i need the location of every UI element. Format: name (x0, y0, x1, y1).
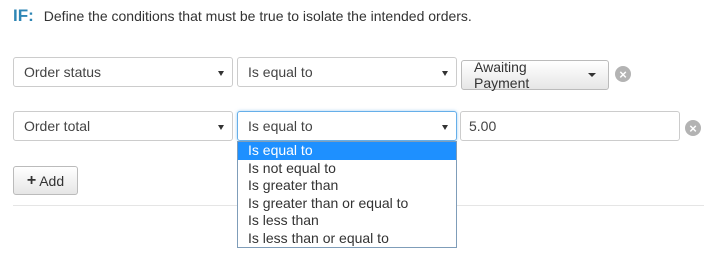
row2-value-input[interactable]: 5.00 (460, 111, 680, 141)
conditions-header: IF: Define the conditions that must be t… (13, 6, 472, 32)
row2-field-select[interactable]: Order total (13, 111, 233, 141)
row2-field-value: Order total (24, 118, 91, 134)
row1-field-value: Order status (24, 64, 102, 80)
caret-down-icon (218, 71, 224, 76)
operator-option-greater-or-equal[interactable]: Is greater than or equal to (238, 195, 456, 213)
add-button-label: Add (39, 172, 65, 189)
plus-icon: + (26, 171, 37, 189)
row1-value-dropdown-button[interactable]: Awaiting Payment (461, 59, 609, 91)
caret-down-icon (442, 125, 448, 130)
remove-circle-icon[interactable]: × (685, 120, 701, 136)
operator-option-less-or-equal[interactable]: Is less than or equal to (238, 230, 456, 248)
row1-operator-value: Is equal to (248, 64, 313, 80)
operator-dropdown-list[interactable]: Is equal to Is not equal to Is greater t… (237, 141, 457, 248)
remove-circle-icon[interactable]: × (615, 66, 631, 82)
row2-value-text: 5.00 (469, 118, 497, 134)
operator-option-less[interactable]: Is less than (238, 212, 456, 230)
conditions-description: Define the conditions that must be true … (43, 8, 472, 24)
operator-option-equal[interactable]: Is equal to (238, 142, 456, 160)
add-condition-button[interactable]: + Add (13, 166, 78, 195)
row2-operator-value: Is equal to (248, 118, 313, 134)
if-label: IF: (13, 6, 34, 25)
operator-option-greater[interactable]: Is greater than (238, 177, 456, 195)
caret-down-icon (442, 71, 448, 76)
row1-value-label: Awaiting Payment (474, 59, 530, 91)
row1-operator-select[interactable]: Is equal to (237, 57, 457, 87)
operator-option-not-equal[interactable]: Is not equal to (238, 160, 456, 178)
row2-operator-select[interactable]: Is equal to (237, 111, 457, 141)
caret-down-icon (588, 73, 596, 77)
caret-down-icon (218, 125, 224, 130)
row1-field-select[interactable]: Order status (13, 57, 233, 87)
